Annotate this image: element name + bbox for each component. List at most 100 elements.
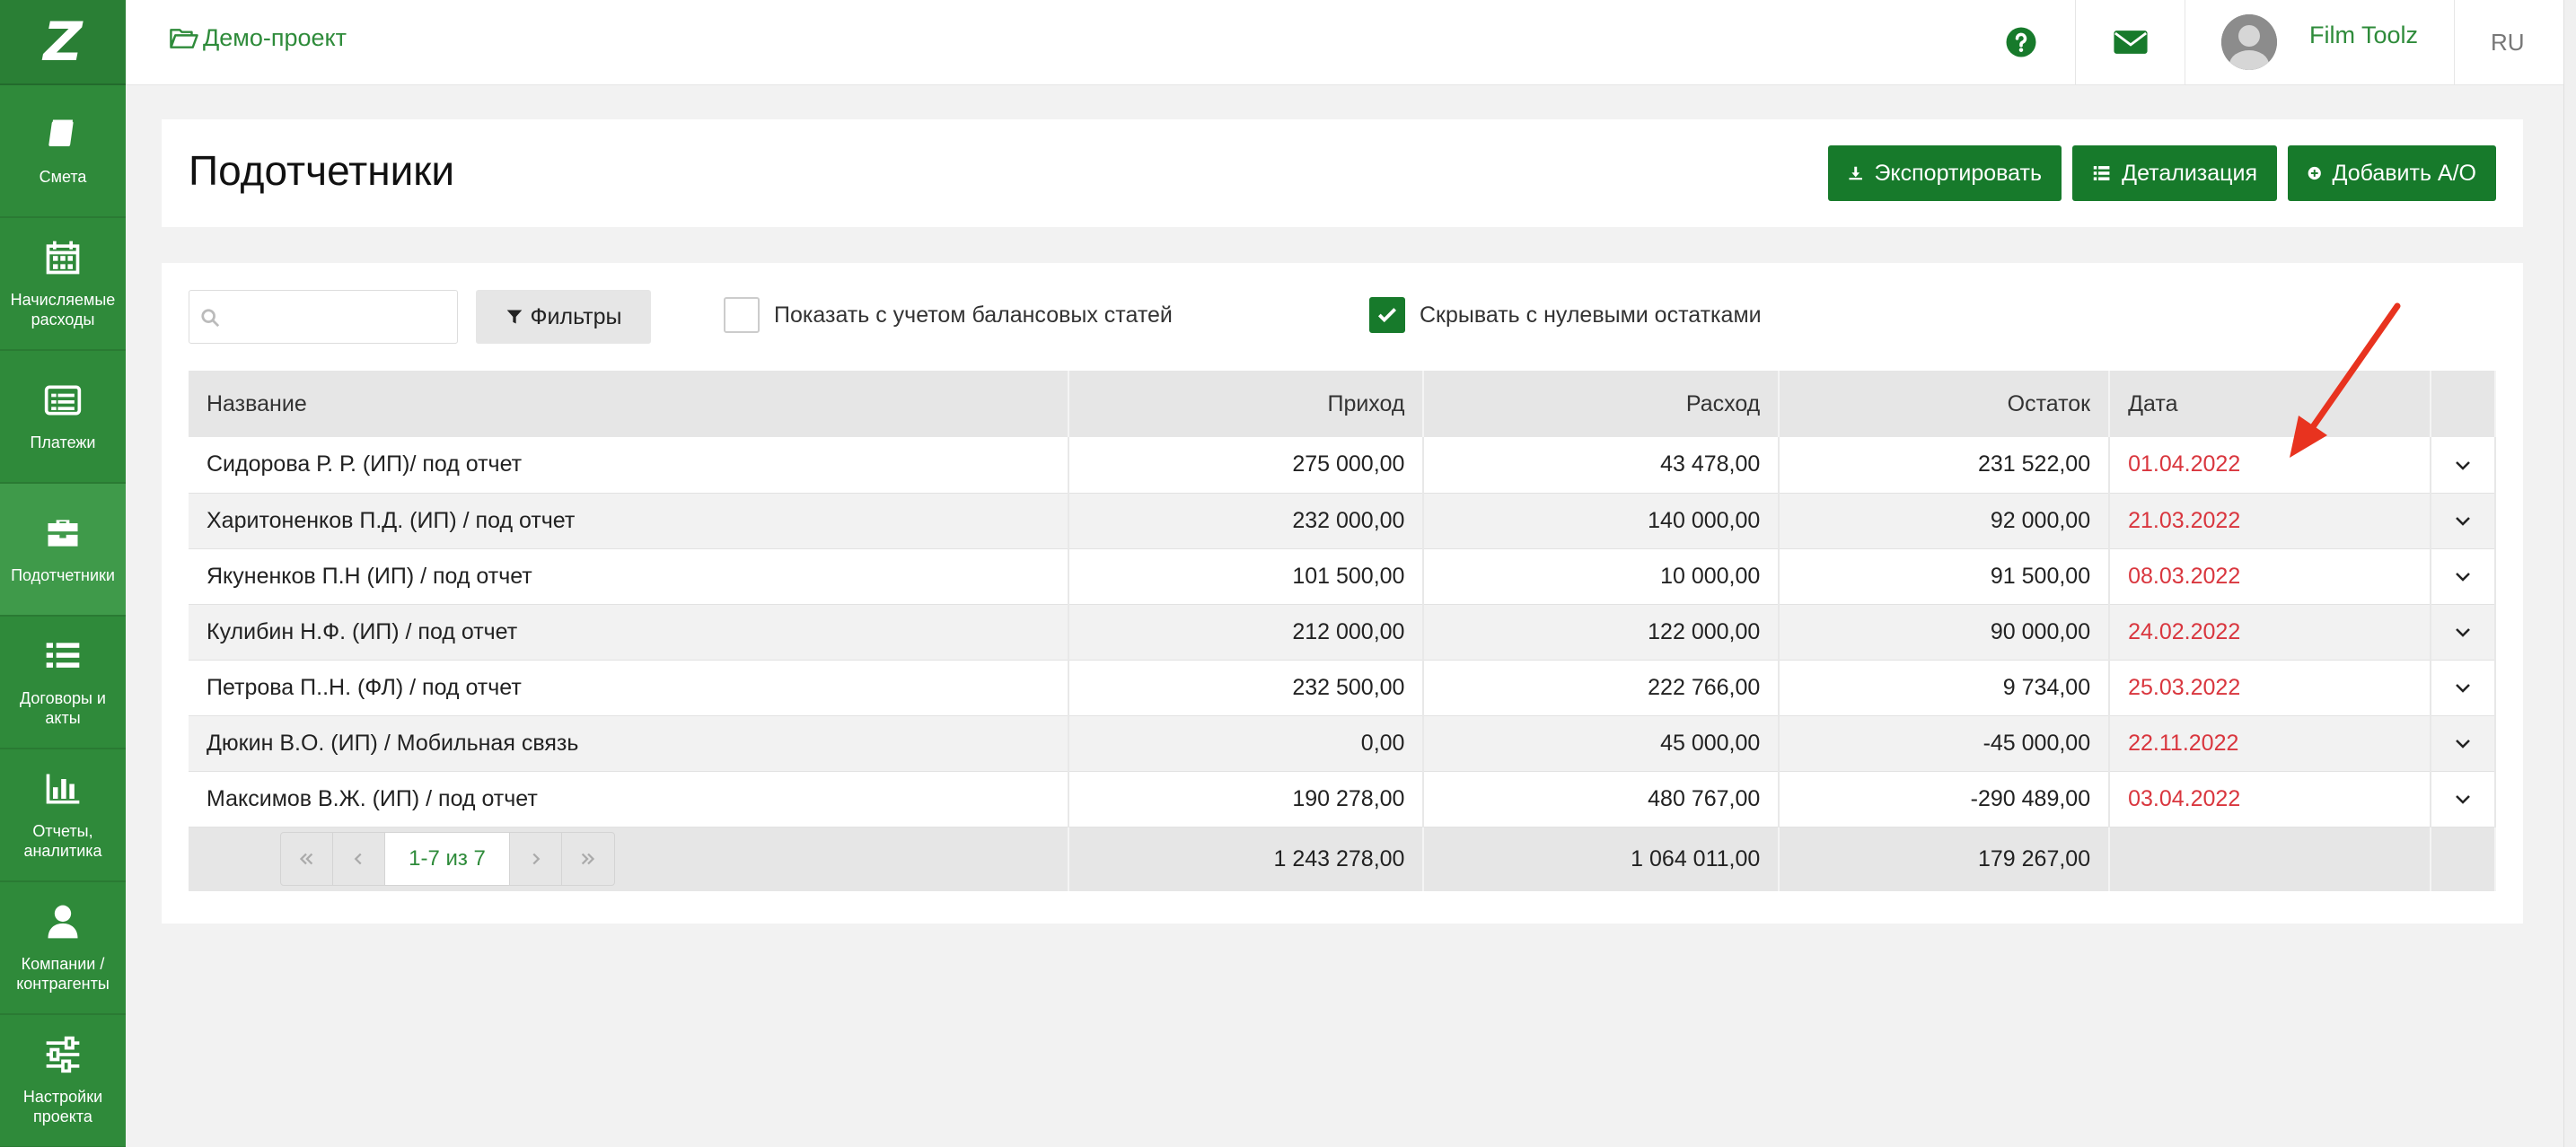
sidebar-item-estimate[interactable]: Смета — [0, 85, 126, 218]
chevron-down-icon[interactable] — [2452, 677, 2474, 698]
briefcase-icon — [48, 520, 78, 547]
column-header-balance[interactable]: Остаток — [1779, 371, 2111, 437]
table-row[interactable]: Сидорова Р. Р. (ИП)/ под отчет 275 000,0… — [189, 437, 2497, 494]
chevron-down-icon[interactable] — [2452, 788, 2474, 810]
search-box[interactable] — [189, 290, 458, 344]
table-row[interactable]: Кулибин Н.Ф. (ИП) / под отчет 212 000,00… — [189, 604, 2497, 661]
cell-balance: -290 489,00 — [1779, 771, 2111, 827]
hide-zero-label: Скрывать с нулевыми остатками — [1420, 302, 1762, 328]
table-row[interactable]: Якуненков П.Н (ИП) / под отчет 101 500,0… — [189, 548, 2497, 605]
table-row[interactable]: Харитоненков П.Д. (ИП) / под отчет 232 0… — [189, 493, 2497, 549]
filter-icon — [506, 310, 522, 324]
first-page-button[interactable] — [281, 833, 333, 886]
details-button[interactable]: Детализация — [2072, 145, 2277, 201]
column-header-name[interactable]: Название — [189, 371, 1069, 437]
last-page-button[interactable] — [562, 833, 614, 885]
cell-name: Якуненков П.Н (ИП) / под отчет — [189, 548, 1069, 605]
accountable-persons-table: Название Приход Расход Остаток Дата Сидо… — [189, 371, 2497, 891]
cell-expand[interactable] — [2430, 548, 2497, 605]
breadcrumb-project[interactable]: Демо-проект — [169, 24, 347, 52]
total-expense: 1 064 011,00 — [1423, 827, 1780, 891]
total-date-empty — [2109, 827, 2431, 891]
search-icon — [201, 309, 220, 328]
cell-income: 0,00 — [1068, 715, 1425, 772]
pagination: 1-7 из 7 — [280, 832, 615, 887]
export-button-label: Экспортировать — [1874, 160, 2042, 186]
column-header-income[interactable]: Приход — [1068, 371, 1425, 437]
cell-expense: 480 767,00 — [1423, 771, 1780, 827]
sidebar-item-label: Платежи — [30, 433, 96, 451]
sidebar-item-label: Подотчетники — [11, 566, 115, 584]
chevron-down-icon[interactable] — [2452, 732, 2474, 754]
column-header-expense[interactable]: Расход — [1423, 371, 1780, 437]
cell-date: 08.03.2022 — [2109, 548, 2431, 605]
cell-expand[interactable] — [2430, 493, 2497, 549]
sidebar-item-settings[interactable]: Настройки проекта — [0, 1015, 126, 1147]
avatar — [2221, 14, 2277, 70]
hide-zero-checkbox[interactable] — [1369, 297, 1405, 333]
bar-chart-icon — [46, 774, 80, 804]
cell-income: 232 000,00 — [1068, 493, 1425, 549]
cell-expand[interactable] — [2430, 660, 2497, 716]
cell-balance: 90 000,00 — [1779, 604, 2111, 661]
cell-name: Максимов В.Ж. (ИП) / под отчет — [189, 771, 1069, 827]
export-button[interactable]: Экспортировать — [1828, 145, 2062, 201]
cell-name: Харитоненков П.Д. (ИП) / под отчет — [189, 493, 1069, 549]
cell-expense: 10 000,00 — [1423, 548, 1780, 605]
balance-items-toggle[interactable]: Показать с учетом балансовых статей — [724, 297, 1173, 333]
chevron-down-icon[interactable] — [2452, 621, 2474, 643]
sidebar-item-label: Смета — [39, 168, 87, 186]
help-button[interactable] — [1967, 0, 2075, 84]
user-menu[interactable]: Film Toolz — [2185, 0, 2454, 84]
language-label: RU — [2491, 28, 2525, 56]
table-row[interactable]: Максимов В.Ж. (ИП) / под отчет 190 278,0… — [189, 771, 2497, 827]
filters-row: Фильтры Показать с учетом балансовых ста… — [189, 290, 2496, 344]
cell-expand[interactable] — [2430, 771, 2497, 827]
next-page-button[interactable] — [510, 833, 563, 886]
sidebar-item-accrued-expenses[interactable]: Начисляемые расходы — [0, 218, 126, 351]
topbar: Демо-проект Film Toolz RU — [126, 0, 2576, 85]
list-window-icon — [44, 385, 82, 416]
question-circle-icon — [2006, 27, 2036, 57]
cell-income: 190 278,00 — [1068, 771, 1425, 827]
sidebar-item-payments[interactable]: Платежи — [0, 351, 126, 484]
language-switcher[interactable]: RU — [2454, 0, 2576, 84]
calendar-icon — [46, 241, 80, 275]
sliders-icon — [46, 1036, 80, 1073]
cell-expand[interactable] — [2430, 437, 2497, 494]
double-chevron-left-icon — [300, 853, 313, 865]
cell-expense: 140 000,00 — [1423, 493, 1780, 549]
cell-date: 25.03.2022 — [2109, 660, 2431, 716]
chevron-right-icon — [532, 853, 541, 865]
sidebar-item-accountable-persons[interactable]: Подотчетники — [0, 484, 126, 617]
user-name: Film Toolz — [2309, 21, 2419, 48]
cell-income: 101 500,00 — [1068, 548, 1425, 605]
cell-expand[interactable] — [2430, 604, 2497, 661]
prev-page-button[interactable] — [333, 833, 385, 886]
chevron-down-icon[interactable] — [2452, 510, 2474, 531]
logo[interactable]: Z — [0, 0, 126, 85]
search-input[interactable] — [229, 300, 444, 336]
cell-expand[interactable] — [2430, 715, 2497, 772]
table-row[interactable]: Петрова П..Н. (ФЛ) / под отчет 232 500,0… — [189, 660, 2497, 716]
sidebar-item-contracts[interactable]: Договоры и акты — [0, 617, 126, 749]
table-row[interactable]: Дюкин В.О. (ИП) / Мобильная связь 0,00 4… — [189, 715, 2497, 772]
scrollbar[interactable] — [2563, 0, 2576, 1147]
download-icon — [1849, 166, 1862, 180]
chevron-down-icon[interactable] — [2452, 565, 2474, 587]
sidebar-item-label: Отчеты, аналитика — [23, 822, 102, 860]
envelope-icon — [2113, 31, 2148, 54]
sidebar-item-companies[interactable]: Компании / контрагенты — [0, 882, 126, 1015]
filters-button-label: Фильтры — [530, 303, 622, 329]
chevron-down-icon[interactable] — [2452, 454, 2474, 476]
cell-name: Кулибин Н.Ф. (ИП) / под отчет — [189, 604, 1069, 661]
filters-button[interactable]: Фильтры — [476, 290, 651, 344]
cell-expense: 222 766,00 — [1423, 660, 1780, 716]
add-accountable-button[interactable]: Добавить А/О — [2288, 145, 2496, 201]
sidebar-item-reports[interactable]: Отчеты, аналитика — [0, 749, 126, 882]
cell-name: Дюкин В.О. (ИП) / Мобильная связь — [189, 715, 1069, 772]
messages-button[interactable] — [2075, 0, 2185, 84]
hide-zero-toggle[interactable]: Скрывать с нулевыми остатками — [1369, 297, 1762, 333]
balance-items-checkbox[interactable] — [724, 297, 760, 333]
total-actions-empty — [2430, 827, 2497, 891]
